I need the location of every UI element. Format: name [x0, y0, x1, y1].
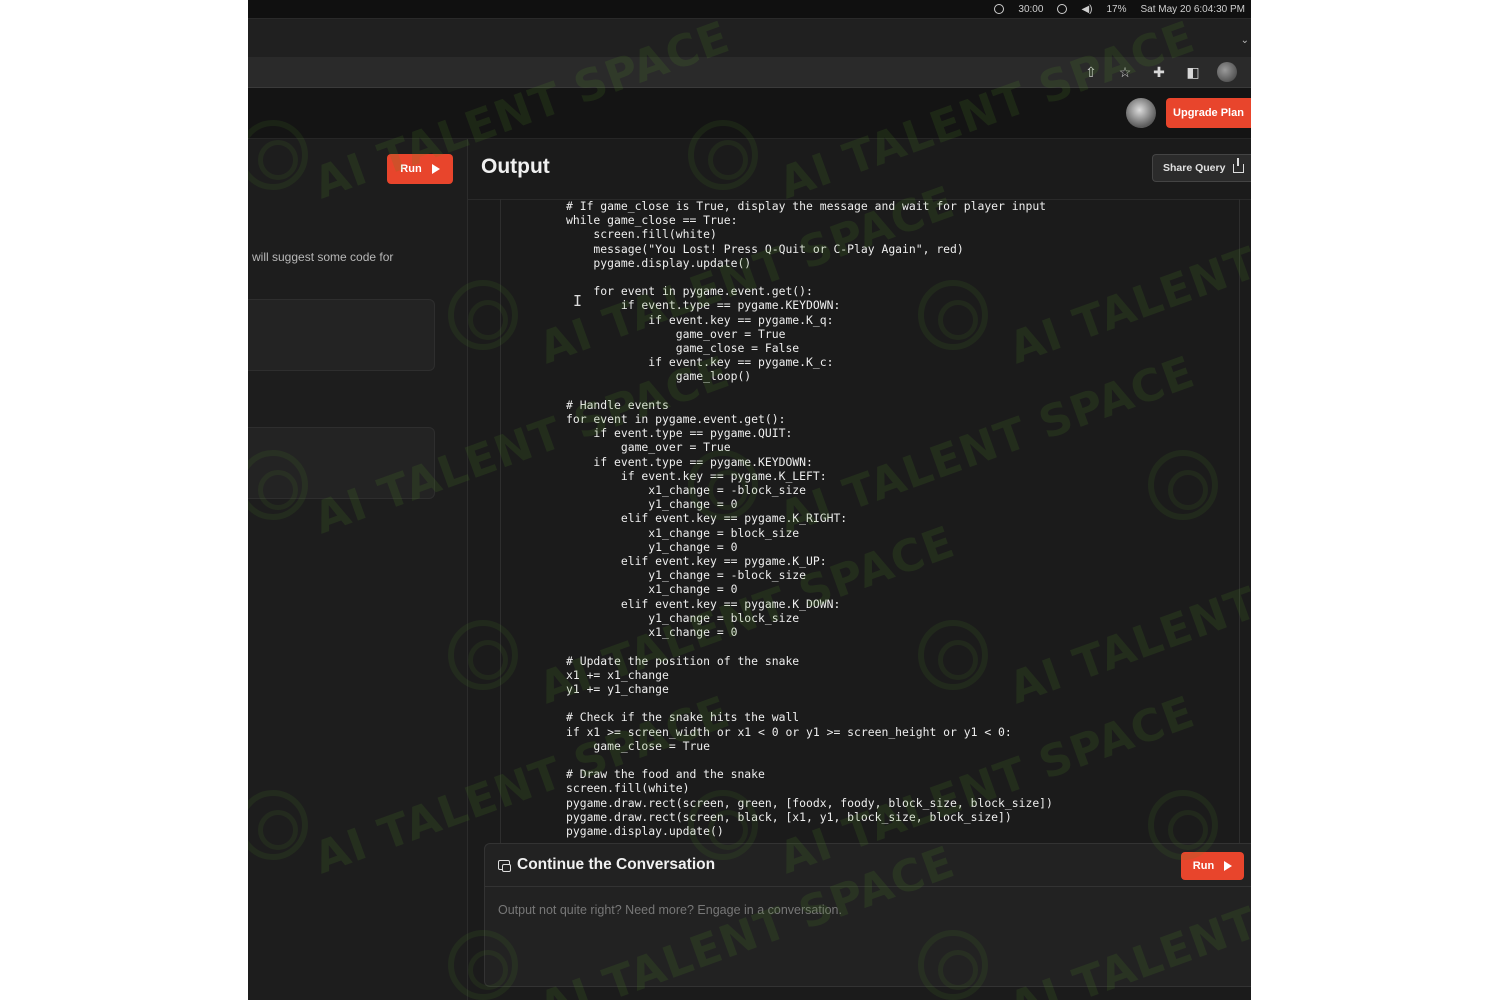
- continue-conversation-card: Continue the Conversation Run: [484, 843, 1251, 987]
- conversation-header: Continue the Conversation Run: [485, 844, 1251, 887]
- os-menu-bar: 30:00 ◀) 17% Sat May 20 6:04:30 PM: [248, 0, 1251, 19]
- datetime-text[interactable]: Sat May 20 6:04:30 PM: [1140, 4, 1245, 15]
- volume-icon[interactable]: ◀): [1081, 4, 1092, 15]
- moon-icon[interactable]: [1057, 4, 1068, 14]
- upgrade-plan-button[interactable]: Upgrade Plan: [1166, 98, 1251, 128]
- user-avatar[interactable]: [1126, 98, 1156, 128]
- output-title: Output: [481, 155, 550, 178]
- prompt-input-box-2[interactable]: [248, 427, 435, 499]
- browser-toolbar-icons: ⇧ ☆ ✚ ◧: [1081, 62, 1237, 82]
- side-panel-icon[interactable]: ◧: [1183, 62, 1203, 82]
- code-output[interactable]: # If game_close is True, display the mes…: [500, 199, 1240, 845]
- share-query-label: Share Query: [1163, 162, 1226, 174]
- output-header: Output Share Query: [468, 139, 1251, 200]
- play-icon: [1224, 861, 1233, 871]
- browser-tab-strip: ⌄: [248, 19, 1251, 57]
- text-cursor-icon: I: [573, 292, 583, 310]
- output-panel: Output Share Query # If game_close is Tr…: [468, 139, 1251, 1000]
- conversation-input[interactable]: [496, 899, 1240, 921]
- tab-list-chevron-icon[interactable]: ⌄: [1241, 35, 1249, 46]
- prompt-input-box[interactable]: [248, 299, 435, 371]
- timer-text: 30:00: [1018, 3, 1044, 15]
- bookmark-star-icon[interactable]: ☆: [1115, 62, 1135, 82]
- code-block: # If game_close is True, display the mes…: [566, 199, 1053, 838]
- timer-icon[interactable]: [994, 4, 1005, 14]
- prompt-description: will suggest some code for: [252, 250, 394, 264]
- share-icon: [1233, 157, 1245, 173]
- share-query-button[interactable]: Share Query: [1152, 154, 1251, 182]
- chat-icon: [498, 860, 511, 872]
- conversation-run-label: Run: [1192, 860, 1215, 872]
- prompt-panel: Run will suggest some code for: [248, 139, 468, 1000]
- conversation-run-button[interactable]: Run: [1181, 852, 1244, 880]
- browser-address-bar[interactable]: ⇧ ☆ ✚ ◧: [248, 57, 1251, 88]
- browser-profile-avatar[interactable]: [1217, 62, 1237, 82]
- run-button-label: Run: [400, 163, 422, 175]
- share-page-icon[interactable]: ⇧: [1081, 62, 1101, 82]
- os-status-area: 30:00 ◀) 17% Sat May 20 6:04:30 PM: [994, 0, 1245, 18]
- run-button[interactable]: Run: [387, 154, 453, 184]
- screen-frame: 30:00 ◀) 17% Sat May 20 6:04:30 PM ⌄ ⇧ ☆…: [248, 0, 1251, 1000]
- conversation-title: Continue the Conversation: [517, 856, 716, 873]
- app-header: Upgrade Plan: [248, 88, 1251, 139]
- extensions-puzzle-icon[interactable]: ✚: [1149, 62, 1169, 82]
- play-icon: [431, 164, 440, 174]
- battery-text: 17%: [1106, 3, 1127, 15]
